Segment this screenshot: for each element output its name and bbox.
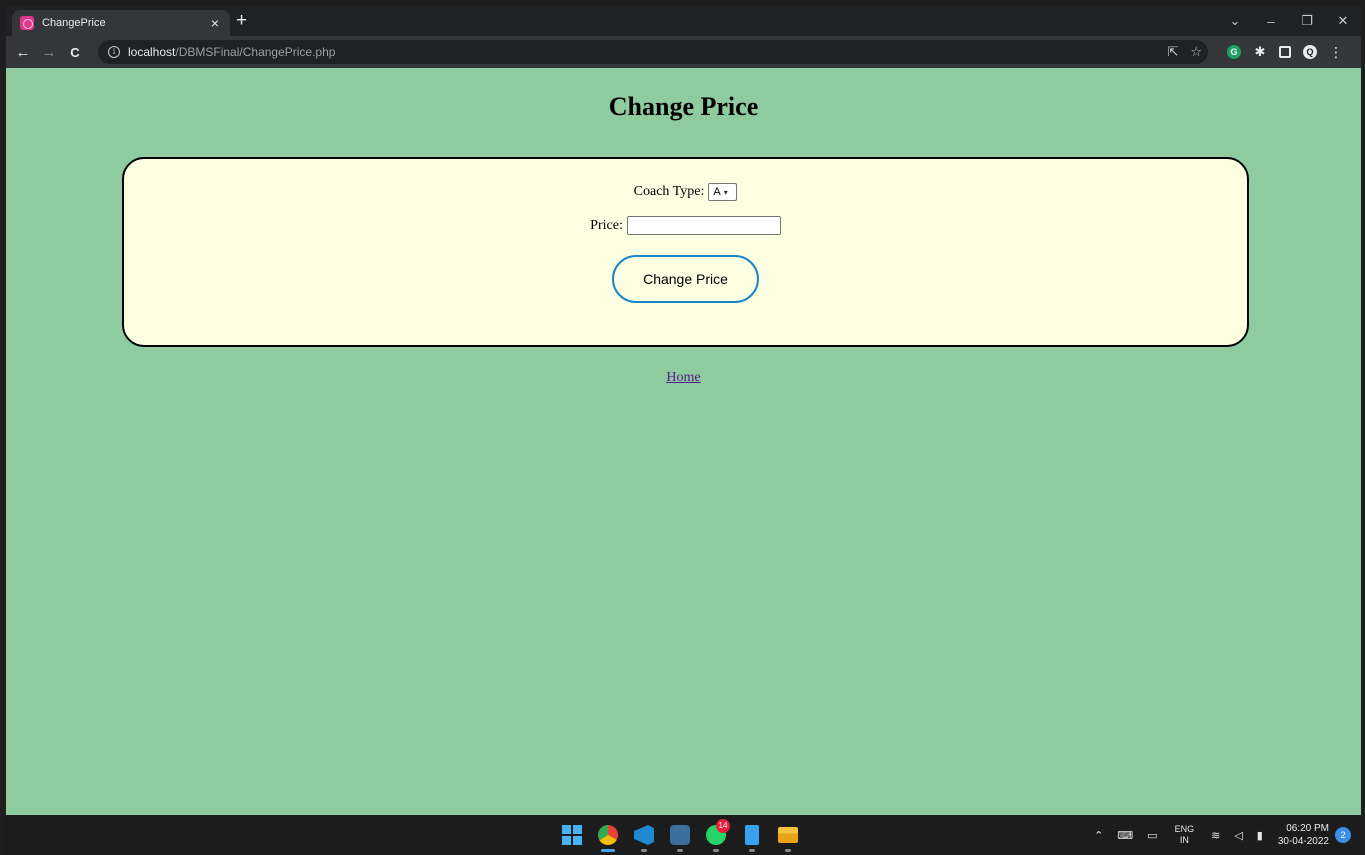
- taskbar-apps: 14: [554, 815, 806, 855]
- price-input[interactable]: [626, 216, 781, 235]
- share-icon[interactable]: ⇱: [1167, 44, 1178, 60]
- chevron-down-icon: ▾: [723, 187, 728, 197]
- screen: ChangePrice × + ⌄ – ❐ ✕ ← → C i localhos…: [6, 6, 1361, 855]
- windows-taskbar: 14 ⌃ ⌨ ▭ ENG IN ≋ ◁ ▮ 06:20 PM 30-04-202…: [6, 815, 1361, 855]
- folder-icon: [778, 827, 798, 843]
- minimize-icon[interactable]: –: [1253, 14, 1289, 29]
- taskbar-notepad[interactable]: [734, 815, 770, 855]
- chevron-up-icon[interactable]: ⌃: [1094, 829, 1103, 842]
- page-title: Change Price: [608, 92, 759, 121]
- running-indicator: [785, 849, 791, 852]
- forward-arrow-icon[interactable]: →: [36, 44, 62, 61]
- omnibox-actions: ⇱ ☆: [1155, 40, 1202, 64]
- address-bar[interactable]: i localhost /DBMSFinal/ChangePrice.php ⇱…: [98, 40, 1208, 64]
- close-window-icon[interactable]: ✕: [1325, 13, 1361, 29]
- tab-favicon-icon: [20, 16, 34, 30]
- coach-type-selected-value: A: [713, 186, 721, 198]
- browser-menu-icon[interactable]: ⋮: [1329, 45, 1343, 59]
- tab-title: ChangePrice: [42, 17, 106, 29]
- system-tray: ⌃ ⌨ ▭ ENG IN ≋ ◁ ▮ 06:20 PM 30-04-2022 2: [1087, 815, 1361, 855]
- running-indicator: [641, 849, 647, 852]
- running-indicator: [749, 849, 755, 852]
- price-row: Price:: [124, 216, 1247, 235]
- site-info-icon[interactable]: i: [108, 46, 120, 58]
- taskbar-file-explorer[interactable]: [770, 815, 806, 855]
- volume-icon[interactable]: ◁: [1234, 829, 1242, 842]
- pen-menu-icon[interactable]: ▭: [1147, 829, 1157, 842]
- reload-icon[interactable]: C: [62, 45, 88, 60]
- running-indicator: [713, 849, 719, 852]
- browser-toolbar: ← → C i localhost /DBMSFinal/ChangePrice…: [6, 36, 1361, 68]
- extensions-row: G ✱ Q ⋮: [1221, 36, 1349, 68]
- grammarly-extension-icon[interactable]: G: [1227, 45, 1241, 59]
- window-controls: ⌄ – ❐ ✕: [1217, 6, 1361, 36]
- change-price-form: Coach Type: A ▾ Price: Change Price: [122, 157, 1249, 347]
- browser-tab[interactable]: ChangePrice ×: [12, 10, 230, 36]
- taskbar-vscode[interactable]: [626, 815, 662, 855]
- taskbar-chrome[interactable]: [590, 815, 626, 855]
- battery-icon[interactable]: ▮: [1257, 829, 1263, 842]
- bookmark-star-icon[interactable]: ☆: [1190, 44, 1202, 60]
- notepad-icon: [745, 825, 759, 845]
- coach-type-row: Coach Type: A ▾: [124, 183, 1247, 201]
- active-indicator: [601, 849, 615, 852]
- taskbar-whatsapp[interactable]: 14: [698, 815, 734, 855]
- clock-time: 06:20 PM: [1286, 823, 1329, 834]
- running-indicator: [677, 849, 683, 852]
- back-arrow-icon[interactable]: ←: [10, 44, 36, 61]
- url-path: /DBMSFinal/ChangePrice.php: [175, 45, 336, 59]
- lang-code: ENG: [1174, 824, 1195, 834]
- extensions-puzzle-icon[interactable]: ✱: [1253, 45, 1267, 59]
- home-link[interactable]: Home: [666, 370, 700, 385]
- keyboard-icon[interactable]: ⌨: [1117, 829, 1133, 842]
- coach-type-select[interactable]: A ▾: [708, 183, 738, 201]
- home-link-container: Home: [6, 370, 1361, 386]
- change-price-button[interactable]: Change Price: [612, 255, 759, 303]
- coach-type-label: Coach Type:: [633, 184, 705, 199]
- whatsapp-unread-badge: 14: [716, 819, 730, 833]
- wifi-icon[interactable]: ≋: [1211, 829, 1220, 842]
- profile-avatar-icon[interactable]: Q: [1303, 45, 1317, 59]
- tab-search-icon[interactable]: ⌄: [1217, 13, 1253, 29]
- input-language[interactable]: ENG IN: [1175, 824, 1195, 846]
- vscode-icon: [634, 825, 654, 845]
- url-host: localhost: [128, 45, 176, 59]
- browser-tabstrip: ChangePrice × + ⌄ – ❐ ✕: [6, 6, 1361, 36]
- web-page: Change Price Coach Type: A ▾ Price: Chan…: [6, 68, 1361, 815]
- clock[interactable]: 06:20 PM 30-04-2022: [1278, 822, 1329, 848]
- region-code: IN: [1179, 835, 1189, 845]
- chrome-icon: [598, 825, 618, 845]
- tab-close-icon[interactable]: ×: [208, 16, 222, 30]
- clock-date: 30-04-2022: [1277, 836, 1329, 847]
- notification-badge[interactable]: 2: [1335, 827, 1351, 843]
- price-label: Price:: [590, 217, 623, 233]
- new-tab-icon[interactable]: +: [236, 11, 247, 31]
- side-panel-icon[interactable]: [1279, 46, 1291, 58]
- taskbar-mysql-workbench[interactable]: [662, 815, 698, 855]
- windows-logo-icon: [562, 825, 582, 845]
- restore-icon[interactable]: ❐: [1289, 13, 1325, 29]
- mysql-workbench-icon: [670, 825, 690, 845]
- start-button[interactable]: [554, 815, 590, 855]
